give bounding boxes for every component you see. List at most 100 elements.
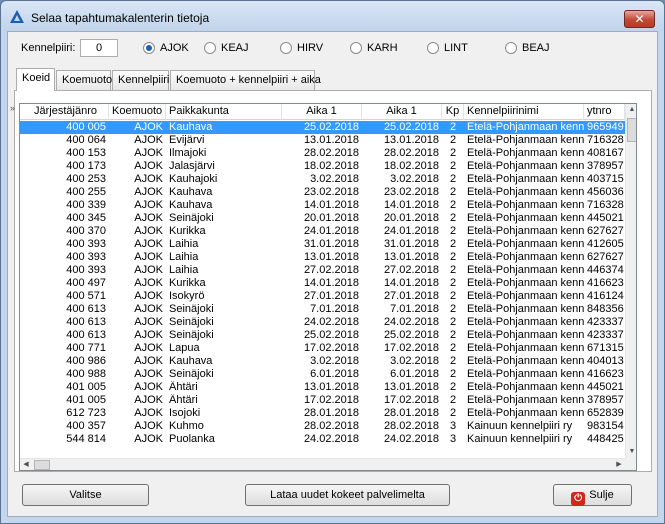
- table-cell: AJOK: [134, 420, 163, 432]
- table-cell: 2: [449, 173, 457, 185]
- table-cell: 24.02.2018: [303, 433, 359, 445]
- table-cell: 671315: [587, 342, 624, 354]
- table-cell: 2: [449, 355, 457, 367]
- table-row[interactable]: 400 393 AJOK Laihia 31.01.2018 31.01.2018 2 Et…: [20, 238, 625, 251]
- column-header[interactable]: Kp: [442, 104, 464, 120]
- table-row[interactable]: 400 255 AJOK Kauhava 23.02.2018 23.02.2018 2 E…: [20, 186, 625, 199]
- radio-dot-icon: [350, 42, 362, 54]
- window-close-button[interactable]: ✕: [624, 10, 655, 28]
- window-title: Selaa tapahtumakalenterin tietoja: [31, 11, 210, 25]
- table-row[interactable]: 400 613 AJOK Seinäjoki 24.02.2018 24.02.2018…: [20, 316, 625, 329]
- radio-beaj[interactable]: BEAJ: [505, 40, 550, 56]
- radio-keaj[interactable]: KEAJ: [204, 40, 249, 56]
- scroll-up-icon[interactable]: ▲: [626, 104, 636, 116]
- tab-3[interactable]: Koemuoto + kennelpiiri + aika: [170, 70, 321, 90]
- table-row[interactable]: 400 571 AJOK Isokyrö 27.01.2018 27.01.2018 2 E…: [20, 290, 625, 303]
- table-cell: 456036: [587, 186, 624, 198]
- table-cell: 24.01.2018: [383, 225, 439, 237]
- table-cell: Isojoki: [169, 407, 201, 419]
- radio-lint[interactable]: LINT: [427, 40, 468, 56]
- horizontal-scroll-thumb[interactable]: [34, 460, 50, 470]
- table-row[interactable]: 400 986 AJOK Kauhava 3.02.2018 3.02.2018 2 Ete…: [20, 355, 625, 368]
- table-cell: 28.02.2018: [303, 147, 359, 159]
- table-row[interactable]: 401 005 AJOK Ähtäri 13.01.2018 13.01.2018 2 Et…: [20, 381, 625, 394]
- table-cell: 408167: [587, 147, 624, 159]
- table-row[interactable]: 400 370 AJOK Kurikka 24.01.2018 24.01.2018 2 E…: [20, 225, 625, 238]
- vertical-scroll-thumb[interactable]: [627, 118, 636, 142]
- column-header[interactable]: Paikkakunta: [166, 104, 282, 120]
- table-row[interactable]: 400 357 AJOK Kuhmo 28.02.2018 28.02.2018 3 Kai…: [20, 420, 625, 433]
- scroll-left-icon[interactable]: ◀: [20, 459, 32, 470]
- radio-label: HIRV: [297, 42, 324, 54]
- table-cell: 13.01.2018: [303, 251, 359, 263]
- table-cell: AJOK: [134, 407, 163, 419]
- radio-label: KARH: [367, 42, 398, 54]
- column-header[interactable]: Aika 1: [362, 104, 442, 120]
- table-row[interactable]: 400 253 AJOK Kauhajoki 3.02.2018 3.02.2018 2 E…: [20, 173, 625, 186]
- close-icon: ✕: [634, 12, 645, 26]
- table-cell: 23.02.2018: [303, 186, 359, 198]
- radio-hirv[interactable]: HIRV: [280, 40, 323, 56]
- table-row[interactable]: 400 497 AJOK Kurikka 14.01.2018 14.01.2018 2 E…: [20, 277, 625, 290]
- radio-ajok[interactable]: AJOK: [143, 40, 189, 56]
- load-new-tests-button[interactable]: Lataa uudet kokeet palvelimelta: [245, 484, 450, 506]
- table-cell: 400 064: [66, 134, 106, 146]
- table-row[interactable]: 400 339 AJOK Kauhava 14.01.2018 14.01.2018 2 E…: [20, 199, 625, 212]
- table-cell: Kuhmo: [169, 420, 204, 432]
- table-row[interactable]: 400 988 AJOK Seinäjoki 6.01.2018 6.01.2018 2 E…: [20, 368, 625, 381]
- table-cell: AJOK: [134, 368, 163, 380]
- table-row[interactable]: 612 723 AJOK Isojoki 28.01.2018 28.01.2018 2 E…: [20, 407, 625, 420]
- table-cell: 652839: [587, 407, 624, 419]
- table-cell: AJOK: [134, 173, 163, 185]
- tab-2[interactable]: Kennelpiiri: [112, 70, 169, 90]
- column-header[interactable]: ytnro: [584, 104, 625, 120]
- column-header[interactable]: Koemuoto: [109, 104, 166, 120]
- table-cell: 2: [449, 368, 457, 380]
- table-cell: AJOK: [134, 186, 163, 198]
- table-row[interactable]: 400 005 AJOK Kauhava 25.02.2018 25.02.2018 2 E…: [20, 121, 625, 134]
- table-cell: AJOK: [134, 147, 163, 159]
- table-cell: Etelä-Pohjanmaan kennelpiiri ry: [467, 160, 584, 172]
- table-cell: 400 497: [66, 277, 106, 289]
- column-header[interactable]: Järjestäjänro: [20, 104, 109, 120]
- close-button[interactable]: ⏻ Sulje: [553, 484, 632, 506]
- table-row[interactable]: 400 173 AJOK Jalasjärvi 18.02.2018 18.02.201…: [20, 160, 625, 173]
- radio-dot-icon: [505, 42, 517, 54]
- title-bar[interactable]: Selaa tapahtumakalenterin tietoja ✕: [1, 1, 664, 31]
- scroll-right-icon[interactable]: ▶: [613, 459, 625, 470]
- horizontal-scrollbar[interactable]: ◀ ▶: [20, 458, 625, 470]
- table-row[interactable]: 544 814 AJOK Puolanka 24.02.2018 24.02.2018 3…: [20, 433, 625, 446]
- kennelpiiri-input[interactable]: 0: [80, 39, 118, 57]
- table-cell: Ähtäri: [169, 394, 198, 406]
- column-header[interactable]: Aika 1: [282, 104, 362, 120]
- radio-karh[interactable]: KARH: [350, 40, 398, 56]
- select-button[interactable]: Valitse: [22, 484, 149, 506]
- table-row[interactable]: 400 153 AJOK Ilmajoki 28.02.2018 28.02.2018 2…: [20, 147, 625, 160]
- vertical-scrollbar[interactable]: ▲ ▼: [625, 104, 636, 458]
- table-cell: 27.02.2018: [383, 264, 439, 276]
- table-row[interactable]: 400 393 AJOK Laihia 13.01.2018 13.01.2018 2 Et…: [20, 251, 625, 264]
- table-row[interactable]: 400 613 AJOK Seinäjoki 7.01.2018 7.01.2018 2 E…: [20, 303, 625, 316]
- table-row[interactable]: 400 393 AJOK Laihia 27.02.2018 27.02.2018 2 Et…: [20, 264, 625, 277]
- table-cell: 627627: [587, 225, 624, 237]
- tab-0[interactable]: Koeid: [16, 68, 55, 91]
- table-cell: 544 814: [66, 433, 106, 445]
- client-area: Kennelpiiri: 0 AJOK KEAJ HIRV KARH LINT BEAJ …: [7, 31, 658, 517]
- column-header[interactable]: Kennelpiirinimi: [464, 104, 584, 120]
- table-row[interactable]: 400 345 AJOK Seinäjoki 20.01.2018 20.01.2018…: [20, 212, 625, 225]
- table-row[interactable]: 400 613 AJOK Seinäjoki 25.02.2018 25.02.2018…: [20, 329, 625, 342]
- table-cell: AJOK: [134, 121, 163, 133]
- table-cell: 400 571: [66, 290, 106, 302]
- tab-1[interactable]: Koemuoto: [56, 70, 112, 90]
- table-row[interactable]: 400 064 AJOK Evijärvi 13.01.2018 13.01.2018 2…: [20, 134, 625, 147]
- table-cell: 24.02.2018: [383, 433, 439, 445]
- table-cell: Seinäjoki: [169, 316, 214, 328]
- radio-label: AJOK: [160, 42, 189, 54]
- table-row[interactable]: 400 771 AJOK Lapua 17.02.2018 17.02.2018 2 Ete…: [20, 342, 625, 355]
- scroll-down-icon[interactable]: ▼: [626, 446, 636, 458]
- table-cell: AJOK: [134, 355, 163, 367]
- table-cell: 400 613: [66, 316, 106, 328]
- table-cell: 2: [449, 199, 457, 211]
- table-row[interactable]: 401 005 AJOK Ähtäri 17.02.2018 17.02.2018 2 Et…: [20, 394, 625, 407]
- table-cell: 2: [449, 290, 457, 302]
